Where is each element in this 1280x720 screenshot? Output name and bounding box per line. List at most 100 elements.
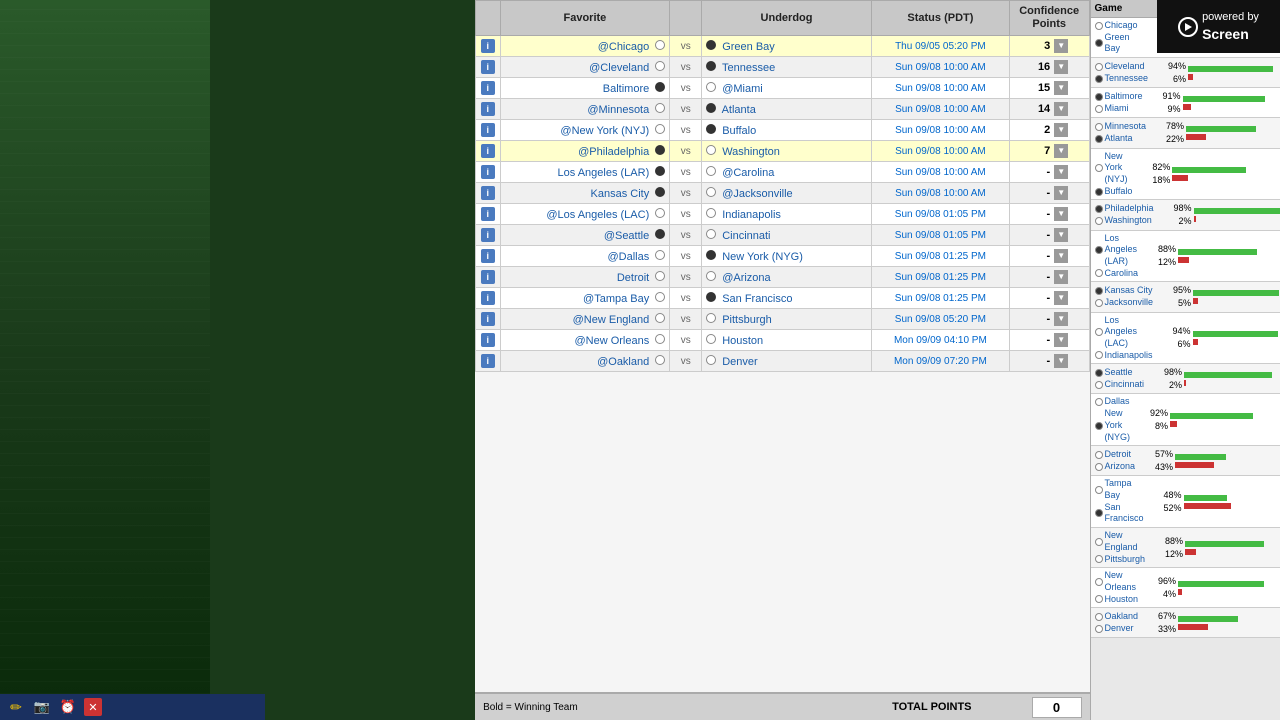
conf-dropdown-12[interactable]: ▼ — [1054, 291, 1068, 305]
info-button-14[interactable]: i — [481, 333, 495, 347]
underdog-radio-14[interactable] — [706, 334, 716, 344]
dist-radio2-5[interactable] — [1095, 217, 1103, 225]
conf-dropdown-4[interactable]: ▼ — [1054, 123, 1068, 137]
dist-radio1-9[interactable] — [1095, 369, 1103, 377]
confidence-cell-13[interactable]: - ▼ — [1009, 309, 1089, 330]
underdog-radio-0[interactable] — [706, 40, 716, 50]
dist-radio1-5[interactable] — [1095, 205, 1103, 213]
underdog-team-0[interactable]: Green Bay — [722, 41, 775, 53]
info-button-6[interactable]: i — [481, 165, 495, 179]
underdog-radio-3[interactable] — [706, 103, 716, 113]
dist-radio2-8[interactable] — [1095, 351, 1103, 359]
conf-dropdown-8[interactable]: ▼ — [1054, 207, 1068, 221]
dist-radio2-12[interactable] — [1095, 509, 1103, 517]
conf-dropdown-3[interactable]: ▼ — [1054, 102, 1068, 116]
dist-radio1-11[interactable] — [1095, 451, 1103, 459]
info-button-9[interactable]: i — [481, 228, 495, 242]
confidence-cell-7[interactable]: - ▼ — [1009, 183, 1089, 204]
favorite-radio-7[interactable] — [655, 187, 665, 197]
conf-dropdown-9[interactable]: ▼ — [1054, 228, 1068, 242]
conf-dropdown-7[interactable]: ▼ — [1054, 186, 1068, 200]
dist-radio2-3[interactable] — [1095, 135, 1103, 143]
dist-radio2-11[interactable] — [1095, 463, 1103, 471]
underdog-team-1[interactable]: Tennessee — [722, 62, 775, 74]
favorite-radio-12[interactable] — [655, 292, 665, 302]
info-button-11[interactable]: i — [481, 270, 495, 284]
underdog-radio-5[interactable] — [706, 145, 716, 155]
dist-radio1-1[interactable] — [1095, 63, 1103, 71]
favorite-radio-6[interactable] — [655, 166, 665, 176]
dist-radio1-6[interactable] — [1095, 246, 1103, 254]
underdog-radio-1[interactable] — [706, 61, 716, 71]
clock-button[interactable]: ⏰ — [58, 698, 78, 716]
dist-radio1-15[interactable] — [1095, 613, 1103, 621]
underdog-team-15[interactable]: Denver — [722, 356, 757, 368]
favorite-radio-1[interactable] — [655, 61, 665, 71]
info-button-10[interactable]: i — [481, 249, 495, 263]
underdog-radio-7[interactable] — [706, 187, 716, 197]
favorite-radio-11[interactable] — [655, 271, 665, 281]
underdog-team-10[interactable]: New York (NYG) — [722, 251, 803, 263]
underdog-team-3[interactable]: Atlanta — [722, 104, 756, 116]
dist-radio1-13[interactable] — [1095, 538, 1103, 546]
dist-radio1-14[interactable] — [1095, 578, 1103, 586]
conf-dropdown-11[interactable]: ▼ — [1054, 270, 1068, 284]
dist-radio1-0[interactable] — [1095, 22, 1103, 30]
favorite-radio-2[interactable] — [655, 82, 665, 92]
favorite-team-5[interactable]: @Philadelphia — [578, 146, 649, 158]
favorite-radio-8[interactable] — [655, 208, 665, 218]
camera-button[interactable]: 📷 — [32, 698, 52, 716]
favorite-team-4[interactable]: @New York (NYJ) — [560, 125, 649, 137]
conf-dropdown-13[interactable]: ▼ — [1054, 312, 1068, 326]
underdog-team-12[interactable]: San Francisco — [722, 293, 792, 305]
underdog-radio-11[interactable] — [706, 271, 716, 281]
dist-radio2-1[interactable] — [1095, 75, 1103, 83]
favorite-radio-3[interactable] — [655, 103, 665, 113]
underdog-radio-9[interactable] — [706, 229, 716, 239]
close-button[interactable]: ✕ — [84, 698, 102, 716]
dist-radio1-2[interactable] — [1095, 93, 1103, 101]
underdog-team-2[interactable]: @Miami — [722, 83, 763, 95]
dist-radio2-10[interactable] — [1095, 422, 1103, 430]
underdog-radio-4[interactable] — [706, 124, 716, 134]
dist-radio2-2[interactable] — [1095, 105, 1103, 113]
conf-dropdown-1[interactable]: ▼ — [1054, 60, 1068, 74]
info-button-15[interactable]: i — [481, 354, 495, 368]
info-button-3[interactable]: i — [481, 102, 495, 116]
favorite-radio-0[interactable] — [655, 40, 665, 50]
dist-radio1-12[interactable] — [1095, 486, 1103, 494]
underdog-team-14[interactable]: Houston — [722, 335, 763, 347]
info-button-13[interactable]: i — [481, 312, 495, 326]
favorite-team-12[interactable]: @Tampa Bay — [583, 293, 649, 305]
confidence-cell-1[interactable]: 16 ▼ — [1009, 57, 1089, 78]
info-button-2[interactable]: i — [481, 81, 495, 95]
favorite-team-14[interactable]: @New Orleans — [574, 335, 649, 347]
underdog-radio-2[interactable] — [706, 82, 716, 92]
favorite-radio-4[interactable] — [655, 124, 665, 134]
favorite-radio-14[interactable] — [655, 334, 665, 344]
favorite-team-2[interactable]: Baltimore — [603, 83, 649, 95]
underdog-team-13[interactable]: Pittsburgh — [722, 314, 772, 326]
dist-radio1-4[interactable] — [1095, 164, 1103, 172]
favorite-team-9[interactable]: @Seattle — [604, 230, 649, 242]
underdog-team-7[interactable]: @Jacksonville — [722, 188, 792, 200]
dist-radio2-13[interactable] — [1095, 555, 1103, 563]
favorite-team-10[interactable]: @Dallas — [608, 251, 650, 263]
favorite-team-3[interactable]: @Minnesota — [587, 104, 649, 116]
favorite-team-6[interactable]: Los Angeles (LAR) — [558, 167, 650, 179]
confidence-cell-0[interactable]: 3 ▼ — [1009, 36, 1089, 57]
underdog-team-4[interactable]: Buffalo — [722, 125, 756, 137]
confidence-cell-10[interactable]: - ▼ — [1009, 246, 1089, 267]
favorite-radio-15[interactable] — [655, 355, 665, 365]
info-button-5[interactable]: i — [481, 144, 495, 158]
underdog-team-8[interactable]: Indianapolis — [722, 209, 781, 221]
dist-radio1-3[interactable] — [1095, 123, 1103, 131]
confidence-cell-2[interactable]: 15 ▼ — [1009, 78, 1089, 99]
conf-dropdown-0[interactable]: ▼ — [1054, 39, 1068, 53]
conf-dropdown-2[interactable]: ▼ — [1054, 81, 1068, 95]
favorite-team-7[interactable]: Kansas City — [591, 188, 650, 200]
underdog-radio-8[interactable] — [706, 208, 716, 218]
dist-radio2-14[interactable] — [1095, 595, 1103, 603]
confidence-cell-3[interactable]: 14 ▼ — [1009, 99, 1089, 120]
underdog-radio-12[interactable] — [706, 292, 716, 302]
